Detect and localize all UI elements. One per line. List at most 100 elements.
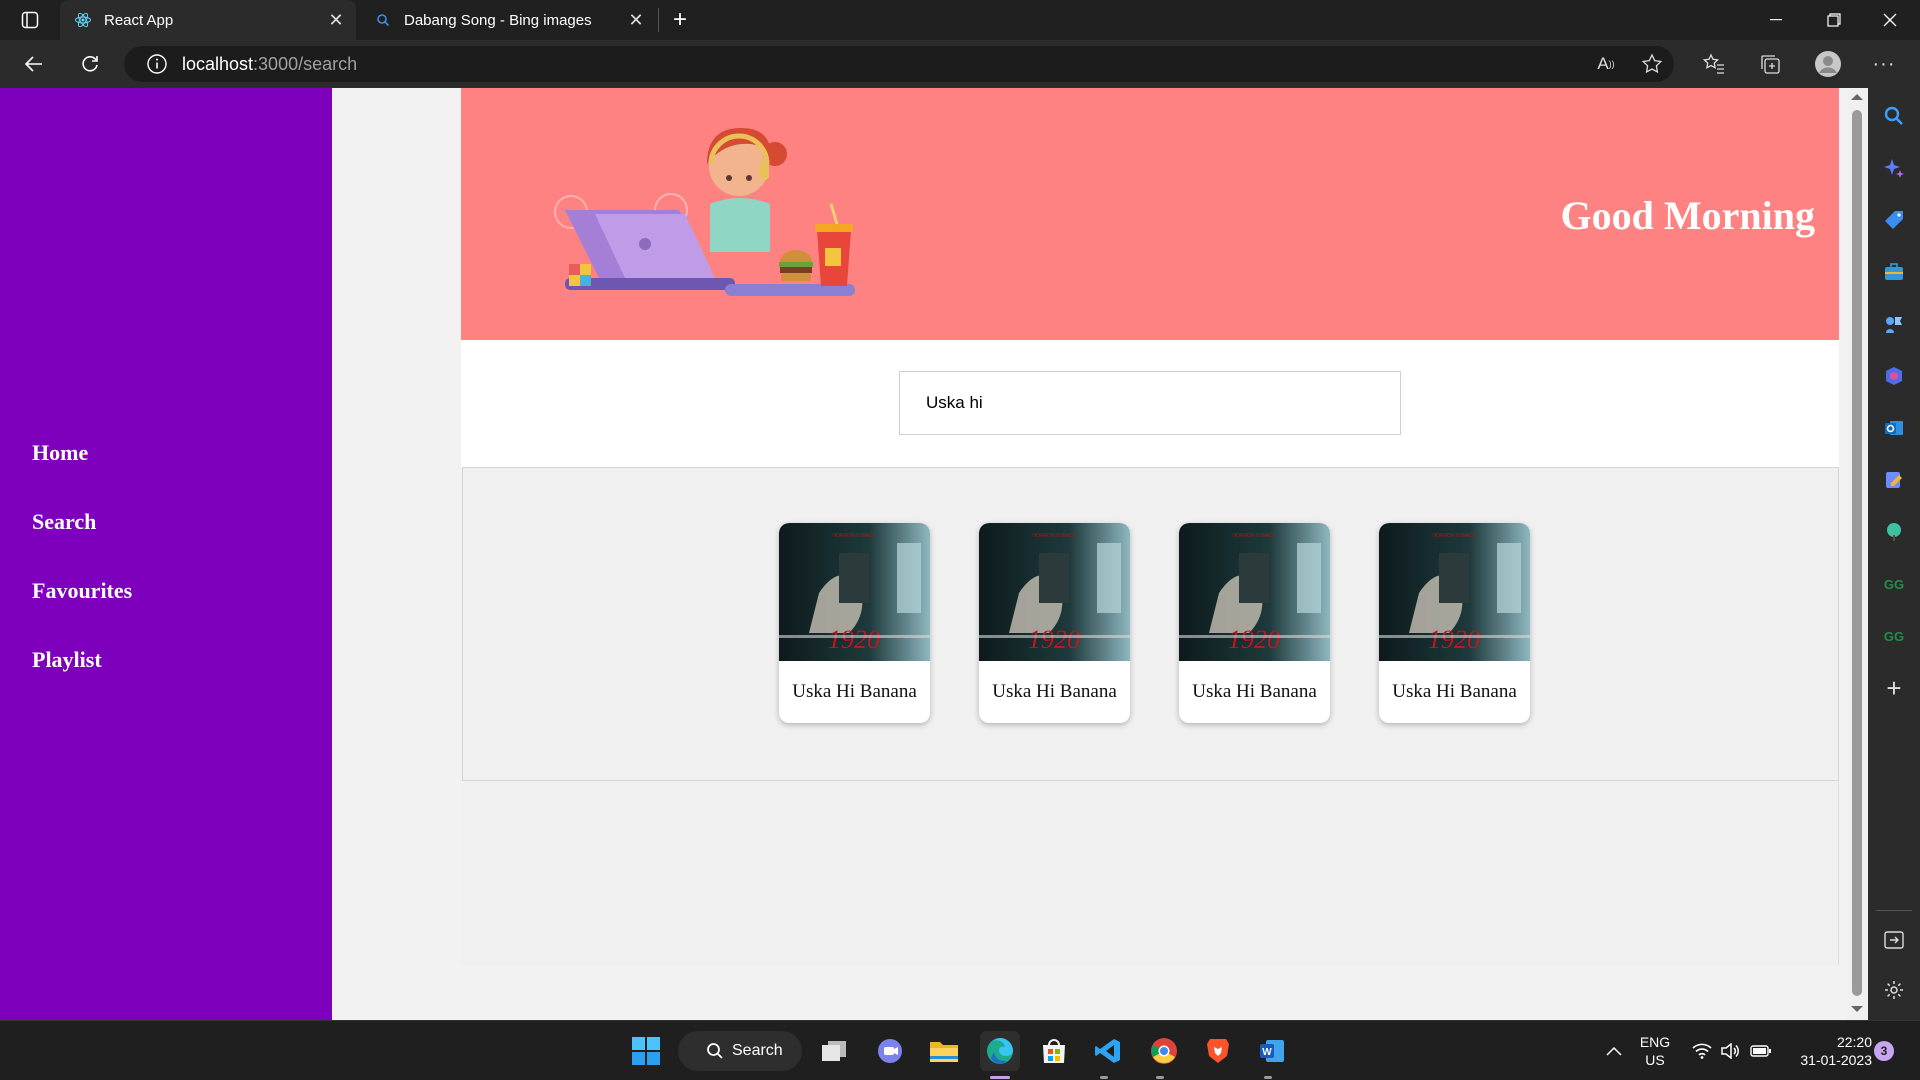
language-indicator[interactable]: ENG US [1630,1033,1680,1069]
svg-text:HORROR IS BACK: HORROR IS BACK [1032,533,1076,539]
edge-sidebar: GG GG + [1868,88,1920,1020]
back-arrow-icon[interactable] [14,44,54,84]
language-code: ENG [1639,1034,1671,1050]
tools-briefcase-icon[interactable] [1882,260,1906,284]
games-icon[interactable] [1882,312,1906,336]
url-path: :3000/search [253,53,358,74]
teams-chat-icon[interactable] [870,1031,910,1071]
vscode-icon[interactable] [1088,1031,1128,1071]
svg-text:HORROR IS BACK: HORROR IS BACK [1232,533,1276,539]
sidebar-item-home[interactable]: Home [32,440,88,466]
scroll-up-arrow-icon[interactable] [1851,94,1863,100]
search-results: 1920 HORROR IS BACK Uska Hi Banana 1920 [462,467,1839,781]
chrome-icon[interactable] [1144,1031,1184,1071]
profile-avatar-icon[interactable] [1812,48,1844,80]
page-scrollbar[interactable] [1846,88,1868,1020]
shopping-tag-icon[interactable] [1882,208,1906,232]
microsoft-365-icon[interactable] [1882,364,1906,388]
song-card[interactable]: 1920 HORROR IS BACK Uska Hi Banana [979,523,1130,723]
svg-text:W: W [1262,1047,1272,1058]
settings-gear-icon[interactable] [1882,978,1906,1002]
search-icon [706,1042,724,1060]
page-viewport: Home Search Favourites Playlist Good Mor… [0,88,1846,1020]
address-bar[interactable]: localhost:3000/search [124,46,1674,82]
song-poster-image: 1920 HORROR IS BACK [1179,523,1330,661]
song-card[interactable]: 1920 HORROR IS BACK Uska Hi Banana [1379,523,1530,723]
browser-toolbar: localhost:3000/search A)) ··· [0,40,1920,88]
taskbar-search-label: Search [732,1042,783,1059]
read-aloud-icon[interactable]: A)) [1590,48,1622,80]
svg-text:1920: 1920 [1228,625,1280,654]
clock-time: 22:20 [1836,1034,1872,1050]
refresh-icon[interactable] [70,44,110,84]
search-icon[interactable] [1882,104,1906,128]
tab-actions-icon[interactable] [4,0,56,40]
hide-sidebar-icon[interactable] [1882,928,1906,952]
greeting-heading: Good Morning [1560,193,1815,238]
add-favorite-icon[interactable] [1636,48,1668,80]
file-explorer-icon[interactable] [924,1031,964,1071]
svg-text:HORROR IS BACK: HORROR IS BACK [1432,533,1476,539]
active-app-indicator [990,1076,1010,1079]
sidebar-item-search[interactable]: Search [32,509,96,535]
sidebar: Home Search Favourites Playlist [0,88,332,1020]
more-options-icon[interactable]: ··· [1868,48,1900,80]
taskbar-search-button[interactable]: Search [678,1031,802,1071]
song-title: Uska Hi Banana [792,681,917,702]
song-card[interactable]: 1920 HORROR IS BACK Uska Hi Banana [779,523,930,723]
notification-badge[interactable]: 3 [1874,1041,1894,1061]
site-info-icon[interactable] [146,53,168,75]
extension-gg-icon[interactable]: GG [1882,572,1906,596]
word-icon[interactable]: W [1252,1031,1292,1071]
edge-browser-icon[interactable] [980,1031,1020,1071]
windows-taskbar: Search W ENG US 22:20 31-01-2023 3 [0,1020,1920,1080]
main-content: Good Morning Uska hi 1920 HORROR IS BACK… [461,88,1839,965]
wifi-icon[interactable] [1690,1031,1714,1071]
close-tab-icon[interactable]: ✕ [326,10,346,30]
clock[interactable]: 22:20 31-01-2023 [1780,1033,1872,1069]
sidebar-item-playlist[interactable]: Playlist [32,647,102,673]
url-host: localhost [182,53,254,74]
show-hidden-icons-chevron-icon[interactable] [1594,1031,1634,1071]
running-app-indicator [1100,1076,1108,1079]
scroll-down-arrow-icon[interactable] [1851,1006,1863,1012]
collections-icon[interactable] [1754,48,1786,80]
favorites-icon[interactable] [1698,48,1730,80]
browser-tab-bar: React App ✕ Dabang Song - Bing images ✕ … [0,0,1920,40]
brave-icon[interactable] [1198,1031,1238,1071]
tab-title: React App [104,11,174,29]
tab-divider [658,8,659,32]
svg-text:1920: 1920 [1428,625,1480,654]
react-icon [74,11,92,29]
volume-icon[interactable] [1718,1031,1742,1071]
song-poster-image: 1920 HORROR IS BACK [979,523,1130,661]
search-section [461,340,1839,468]
restore-icon[interactable] [1806,0,1862,40]
extension-gg-icon[interactable]: GG [1882,624,1906,648]
microsoft-store-icon[interactable] [1034,1031,1074,1071]
task-view-icon[interactable] [814,1031,854,1071]
add-icon[interactable]: + [1882,673,1906,703]
svg-text:1920: 1920 [1028,625,1080,654]
girl-with-laptop-illustration [554,128,855,296]
drop-icon[interactable] [1882,468,1906,492]
tab-bing-images[interactable]: Dabang Song - Bing images ✕ [360,0,656,40]
search-input[interactable] [899,371,1401,435]
close-tab-icon[interactable]: ✕ [626,10,646,30]
tab-title: Dabang Song - Bing images [404,11,592,29]
tab-react-app[interactable]: React App ✕ [60,0,356,40]
scrollbar-thumb[interactable] [1852,110,1862,996]
tree-icon[interactable] [1882,520,1906,544]
clock-date: 31-01-2023 [1800,1052,1872,1068]
new-tab-icon[interactable]: + [664,0,696,40]
battery-icon[interactable] [1748,1031,1774,1071]
windows-start-icon[interactable] [626,1031,666,1071]
svg-text:1920: 1920 [828,625,880,654]
bing-search-icon [374,11,392,29]
minimize-icon[interactable] [1748,0,1804,40]
outlook-icon[interactable] [1882,416,1906,440]
sparkle-icon[interactable] [1882,156,1906,180]
close-window-icon[interactable] [1862,0,1918,40]
sidebar-item-favourites[interactable]: Favourites [32,578,132,604]
song-card[interactable]: 1920 HORROR IS BACK Uska Hi Banana [1179,523,1330,723]
